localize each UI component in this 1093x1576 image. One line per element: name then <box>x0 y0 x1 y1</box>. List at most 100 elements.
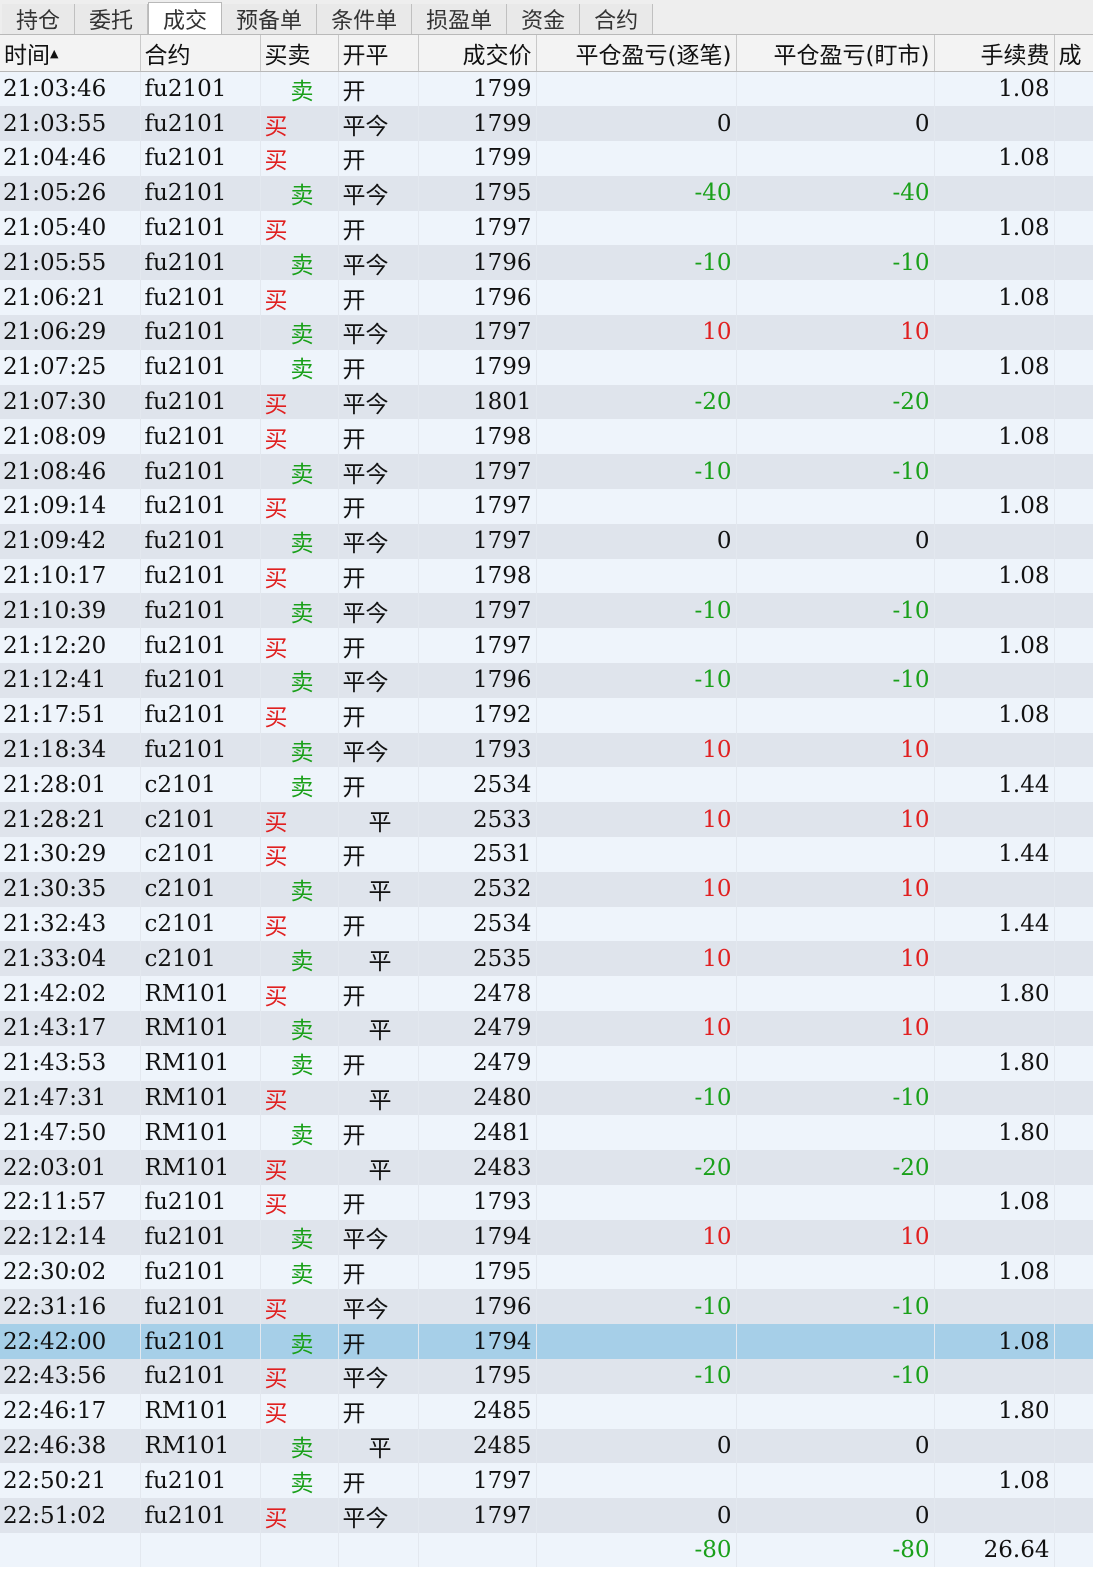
tab-3[interactable]: 预备单 <box>222 4 318 34</box>
col-header-price[interactable]: 成交价 <box>418 35 537 72</box>
cell-more <box>1054 697 1093 733</box>
cell-time: 21:08:09 <box>0 419 141 455</box>
cell-pnl-by-trade: 0 <box>536 1498 737 1533</box>
table-row[interactable]: 21:09:14 fu2101 买开 1797 1.08 <box>0 489 1093 524</box>
tab-2[interactable]: 成交 <box>148 2 223 34</box>
cell-commission: 1.08 <box>934 349 1055 385</box>
table-row[interactable]: 21:07:25 fu2101 卖开 1799 1.08 <box>0 349 1093 385</box>
cell-time: 21:05:26 <box>0 175 141 211</box>
table-row[interactable]: 22:43:56 fu2101 买平今 1795 -10 -10 <box>0 1358 1093 1394</box>
table-row[interactable]: 22:46:17 RM101 买开 2485 1.80 <box>0 1393 1093 1429</box>
col-header-commission[interactable]: 手续费 <box>934 35 1055 72</box>
tab-1[interactable]: 委托 <box>75 4 149 34</box>
cell-contract: fu2101 <box>140 628 261 664</box>
cell-direction: 买 <box>260 1185 339 1220</box>
cell-pnl-by-trade <box>536 1254 737 1290</box>
cell-pnl-mtm: 0 <box>736 1498 935 1533</box>
table-row[interactable]: 21:05:26 fu2101 卖平今 1795 -40 -40 <box>0 175 1093 211</box>
cell-pnl-by-trade: -10 <box>536 245 737 281</box>
table-row[interactable]: 21:04:46 fu2101 买开 1799 1.08 <box>0 141 1093 176</box>
table-row[interactable]: 21:10:39 fu2101 卖平今 1797 -10 -10 <box>0 593 1093 629</box>
col-header-more[interactable]: 成 <box>1054 35 1093 72</box>
table-row[interactable]: 21:18:34 fu2101 卖平今 1793 10 10 <box>0 732 1093 768</box>
table-row[interactable]: 21:47:50 RM101 卖开 2481 1.80 <box>0 1115 1093 1151</box>
table-row[interactable]: 22:31:16 fu2101 买平今 1796 -10 -10 <box>0 1289 1093 1325</box>
tab-7[interactable]: 合约 <box>580 4 654 34</box>
table-row[interactable]: 21:28:21 c2101 买平 2533 10 10 <box>0 802 1093 838</box>
cell-contract: c2101 <box>140 906 261 942</box>
table-row[interactable]: 22:30:02 fu2101 卖开 1795 1.08 <box>0 1254 1093 1290</box>
cell-direction: 卖 <box>260 315 339 350</box>
cell-open-close: 平 <box>338 1011 419 1046</box>
table-row[interactable]: 21:05:55 fu2101 卖平今 1796 -10 -10 <box>0 245 1093 281</box>
table-row[interactable]: 21:43:17 RM101 卖平 2479 10 10 <box>0 1011 1093 1046</box>
cell-price: 2479 <box>418 1045 537 1081</box>
table-row[interactable]: 21:17:51 fu2101 买开 1792 1.08 <box>0 697 1093 733</box>
table-row[interactable]: 21:10:17 fu2101 买开 1798 1.08 <box>0 558 1093 594</box>
cell-commission <box>934 384 1055 420</box>
col-header-pnl-mtm[interactable]: 平仓盈亏(盯市) <box>736 35 935 72</box>
cell-direction: 卖 <box>260 523 339 559</box>
cell-contract: fu2101 <box>140 106 261 142</box>
cell-more <box>1054 175 1093 211</box>
trades-table: 时间▲ 合约 买卖 开平 成交价 平仓盈亏(逐笔) 平仓盈亏(盯市) 手续费 成… <box>0 35 1093 1567</box>
tab-4[interactable]: 条件单 <box>317 4 413 34</box>
cell-direction: 买 <box>260 558 339 594</box>
table-row[interactable]: 22:12:14 fu2101 卖平今 1794 10 10 <box>0 1219 1093 1255</box>
cell-more <box>1054 454 1093 490</box>
cell-direction: 买 <box>260 697 339 733</box>
tab-6[interactable]: 资金 <box>507 4 581 34</box>
cell-pnl-by-trade: -20 <box>536 1150 737 1185</box>
table-row[interactable]: 21:33:04 c2101 卖平 2535 10 10 <box>0 941 1093 977</box>
cell-time: 21:43:17 <box>0 1011 141 1046</box>
table-row[interactable]: 21:30:35 c2101 卖平 2532 10 10 <box>0 871 1093 907</box>
table-row[interactable]: 21:30:29 c2101 买开 2531 1.44 <box>0 837 1093 872</box>
table-row[interactable]: 22:51:02 fu2101 买平今 1797 0 0 <box>0 1498 1093 1533</box>
table-row[interactable]: 21:42:02 RM101 买开 2478 1.80 <box>0 976 1093 1012</box>
table-row[interactable]: 22:11:57 fu2101 买开 1793 1.08 <box>0 1185 1093 1220</box>
cell-pnl-mtm <box>736 141 935 176</box>
col-header-open-close[interactable]: 开平 <box>338 35 419 72</box>
table-row[interactable]: 21:32:43 c2101 买开 2534 1.44 <box>0 906 1093 942</box>
table-row[interactable]: 21:09:42 fu2101 卖平今 1797 0 0 <box>0 523 1093 559</box>
col-header-pnl-by-trade[interactable]: 平仓盈亏(逐笔) <box>536 35 737 72</box>
cell-open-close: 开 <box>338 1185 419 1220</box>
cell-more <box>1054 941 1093 977</box>
table-row[interactable]: 21:05:40 fu2101 买开 1797 1.08 <box>0 210 1093 246</box>
table-row[interactable]: 21:12:41 fu2101 卖平今 1796 -10 -10 <box>0 663 1093 698</box>
table-row[interactable]: 22:50:21 fu2101 卖开 1797 1.08 <box>0 1463 1093 1499</box>
table-row[interactable]: 22:03:01 RM101 买平 2483 -20 -20 <box>0 1150 1093 1185</box>
table-row[interactable]: 21:43:53 RM101 卖开 2479 1.80 <box>0 1045 1093 1081</box>
col-header-time[interactable]: 时间▲ <box>0 35 141 72</box>
table-row[interactable]: 21:47:31 RM101 买平 2480 -10 -10 <box>0 1080 1093 1116</box>
col-header-direction[interactable]: 买卖 <box>260 35 339 72</box>
cell-time: 21:42:02 <box>0 976 141 1012</box>
table-row[interactable]: 21:03:55 fu2101 买平今 1799 0 0 <box>0 106 1093 142</box>
cell-direction: 买 <box>260 210 339 246</box>
table-row[interactable]: 22:46:38 RM101 卖平 2485 0 0 <box>0 1428 1093 1464</box>
tab-bar: 持仓 委托 成交 预备单 条件单 损盈单 资金 合约 <box>0 0 1093 35</box>
table-row[interactable]: 22:42:00 fu2101 卖开 1794 1.08 <box>0 1324 1093 1359</box>
table-row[interactable]: 21:12:20 fu2101 买开 1797 1.08 <box>0 628 1093 664</box>
table-row[interactable]: 21:03:46 fu2101 卖开 1799 1.08 <box>0 71 1093 107</box>
cell-pnl-by-trade: 10 <box>536 941 737 977</box>
table-row[interactable]: 21:06:29 fu2101 卖平今 1797 10 10 <box>0 315 1093 350</box>
table-row[interactable]: 21:28:01 c2101 卖开 2534 1.44 <box>0 767 1093 803</box>
tab-0[interactable]: 持仓 <box>2 4 76 34</box>
cell-pnl-mtm: -10 <box>736 454 935 490</box>
cell-pnl-mtm: 0 <box>736 106 935 142</box>
cell-time: 21:03:55 <box>0 106 141 142</box>
col-header-contract[interactable]: 合约 <box>140 35 261 72</box>
table-row[interactable]: 21:06:21 fu2101 买开 1796 1.08 <box>0 280 1093 316</box>
table-row[interactable]: 21:08:09 fu2101 买开 1798 1.08 <box>0 419 1093 455</box>
cell-time: 21:04:46 <box>0 141 141 176</box>
cell-time: 22:11:57 <box>0 1185 141 1220</box>
cell-direction: 卖 <box>260 1011 339 1046</box>
totals-spacer <box>0 1532 141 1567</box>
cell-commission <box>934 106 1055 142</box>
cell-more <box>1054 976 1093 1012</box>
table-row[interactable]: 21:07:30 fu2101 买平今 1801 -20 -20 <box>0 384 1093 420</box>
cell-pnl-by-trade: -20 <box>536 384 737 420</box>
tab-5[interactable]: 损盈单 <box>412 4 508 34</box>
table-row[interactable]: 21:08:46 fu2101 卖平今 1797 -10 -10 <box>0 454 1093 490</box>
